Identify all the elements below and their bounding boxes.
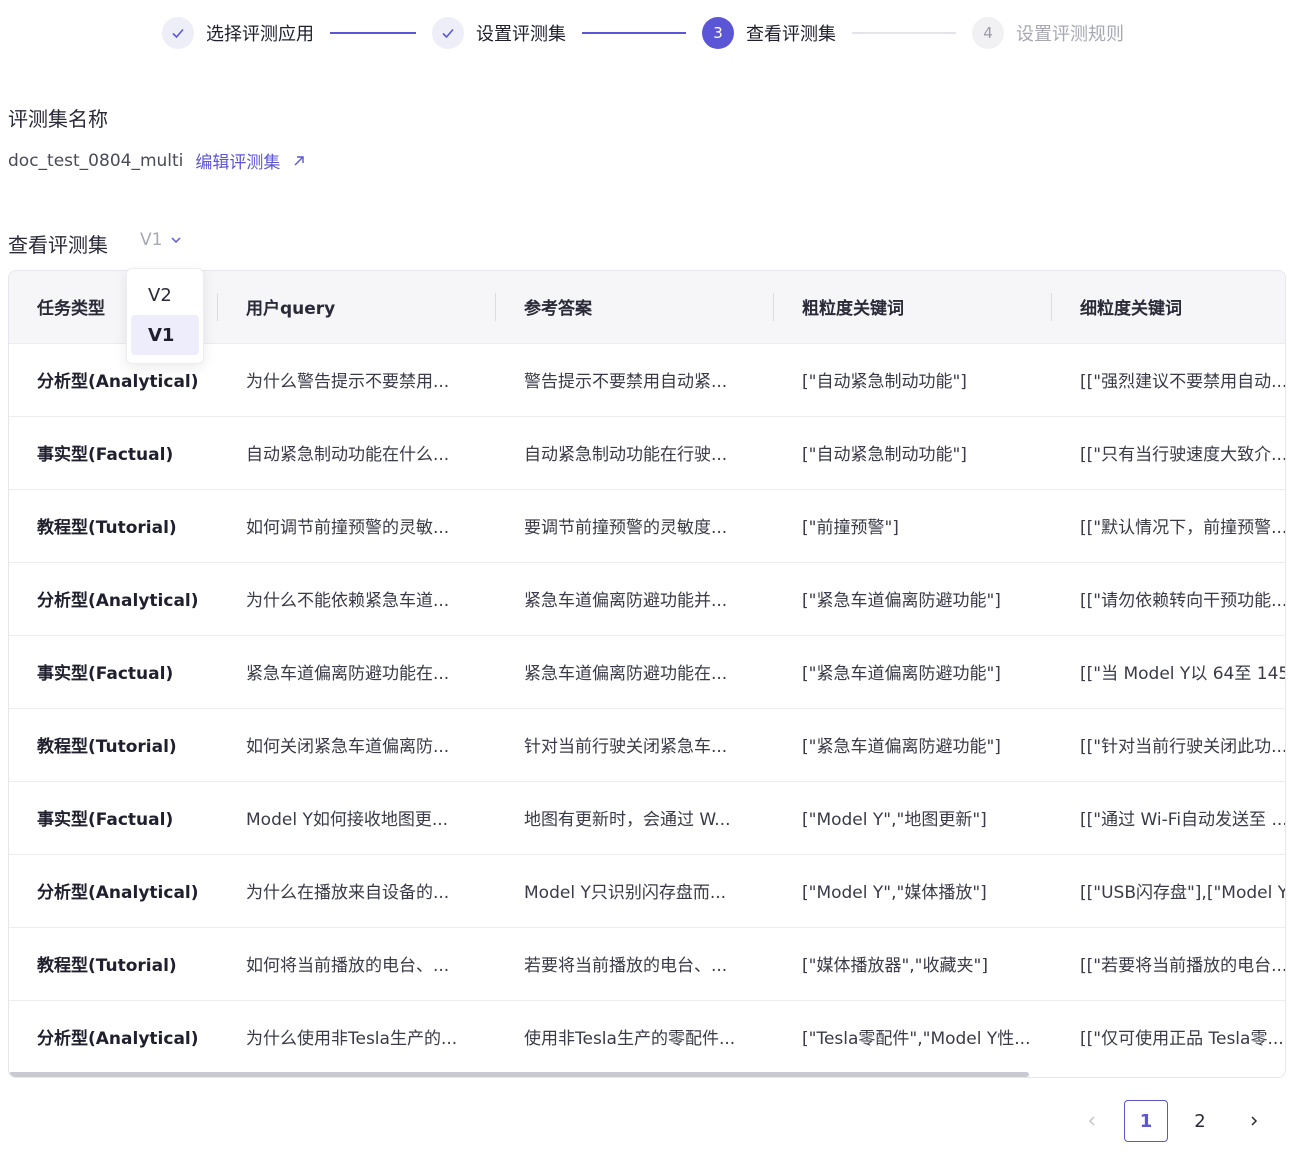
- answer-cell: 若要将当前播放的电台、...: [524, 956, 728, 976]
- task-type-cell: 事实型(Factual): [37, 445, 174, 465]
- task-type-cell: 教程型(Tutorial): [37, 737, 177, 757]
- check-icon: [432, 17, 464, 49]
- answer-cell: 警告提示不要禁用自动紧...: [524, 372, 728, 392]
- table-row: 分析型(Analytical) 为什么在播放来自设备的... Model Y只识别闪…: [9, 854, 1286, 927]
- column-header-answer: 参考答案: [496, 271, 774, 343]
- answer-cell: 紧急车道偏离防避功能并...: [524, 591, 728, 611]
- horizontal-scrollbar[interactable]: [9, 1072, 1029, 1077]
- step-select-app: 选择评测应用: [162, 17, 314, 49]
- column-header-query: 用户query: [218, 271, 496, 343]
- task-type-cell: 教程型(Tutorial): [37, 956, 177, 976]
- table-row: 事实型(Factual) 自动紧急制动功能在什么... 自动紧急制动功能在行驶...…: [9, 416, 1286, 489]
- table-row: 分析型(Analytical) 为什么使用非Tesla生产的... 使用非Tesla…: [9, 1000, 1285, 1073]
- check-icon: [162, 17, 194, 49]
- page-1-button[interactable]: 1: [1124, 1100, 1168, 1142]
- view-dataset-title: 查看评测集: [8, 233, 108, 257]
- query-cell: 为什么不能依赖紧急车道...: [246, 591, 450, 611]
- version-select-value: V1: [140, 230, 163, 250]
- query-cell: 自动紧急制动功能在什么...: [246, 445, 450, 465]
- edit-dataset-link[interactable]: 编辑评测集: [195, 148, 280, 173]
- step-number: 3: [702, 17, 734, 49]
- query-cell: 为什么在播放来自设备的...: [246, 883, 450, 903]
- dataset-table: 任务类型 用户query 参考答案 粗粒度关键词 细粒度关键词 分析型(Anal…: [8, 270, 1286, 1078]
- column-header-fine-keywords: 细粒度关键词: [1080, 299, 1182, 320]
- version-select[interactable]: V1: [140, 230, 182, 250]
- pagination: 1 2: [1060, 1100, 1276, 1142]
- task-type-cell: 分析型(Analytical): [37, 591, 199, 611]
- version-dropdown: V2 V1: [126, 268, 204, 364]
- table-row: 教程型(Tutorial) 如何关闭紧急车道偏离防... 针对当前行驶关闭紧急车..…: [9, 708, 1286, 781]
- coarse-keywords-cell: ["自动紧急制动功能"]: [802, 445, 967, 465]
- fine-keywords-cell: [["强烈建议不要禁用自动...: [1080, 372, 1286, 392]
- dataset-name-title: 评测集名称: [8, 107, 108, 131]
- answer-cell: 自动紧急制动功能在行驶...: [524, 445, 728, 465]
- step-set-dataset: 设置评测集: [432, 17, 566, 49]
- step-connector: [582, 32, 686, 34]
- fine-keywords-cell: [["只有当行驶速度大致介...: [1080, 445, 1286, 465]
- fine-keywords-cell: [["针对当前行驶关闭此功...: [1080, 737, 1286, 757]
- coarse-keywords-cell: ["Tesla零配件","Model Y性...: [802, 1029, 1031, 1050]
- table-row: 事实型(Factual) Model Y如何接收地图更... 地图有更新时，会通过 …: [9, 781, 1286, 854]
- step-label: 设置评测集: [476, 24, 566, 45]
- dataset-line: doc_test_0804_multi 编辑评测集: [8, 148, 306, 173]
- step-label: 选择评测应用: [206, 24, 314, 45]
- step-connector: [852, 32, 956, 34]
- page-2-button[interactable]: 2: [1178, 1100, 1222, 1142]
- coarse-keywords-cell: ["Model Y","地图更新"]: [802, 810, 987, 830]
- task-type-cell: 事实型(Factual): [37, 810, 174, 830]
- dataset-name: doc_test_0804_multi: [8, 150, 184, 171]
- prev-page-button[interactable]: [1070, 1100, 1114, 1142]
- answer-cell: 要调节前撞预警的灵敏度...: [524, 518, 728, 538]
- step-label: 查看评测集: [746, 24, 836, 45]
- coarse-keywords-cell: ["媒体播放器","收藏夹"]: [802, 956, 988, 976]
- query-cell: 如何调节前撞预警的灵敏...: [246, 518, 450, 538]
- fine-keywords-cell: [["USB闪存盘"],["Model Y: [1080, 883, 1286, 903]
- version-option-v2[interactable]: V2: [131, 275, 199, 315]
- coarse-keywords-cell: ["Model Y","媒体播放"]: [802, 883, 987, 903]
- answer-cell: 地图有更新时，会通过 W...: [524, 810, 731, 830]
- table-row: 事实型(Factual) 紧急车道偏离防避功能在... 紧急车道偏离防避功能在...…: [9, 635, 1286, 708]
- answer-cell: 使用非Tesla生产的零配件...: [524, 1029, 736, 1050]
- step-set-rules: 4 设置评测规则: [972, 17, 1124, 49]
- answer-cell: 针对当前行驶关闭紧急车...: [524, 737, 728, 757]
- answer-cell: 紧急车道偏离防避功能在...: [524, 664, 728, 684]
- fine-keywords-cell: [["请勿依赖转向干预功能...: [1080, 591, 1286, 611]
- step-view-dataset: 3 查看评测集: [702, 17, 836, 49]
- version-option-v1[interactable]: V1: [131, 315, 199, 355]
- fine-keywords-cell: [["仅可使用正品 Tesla零...: [1080, 1029, 1284, 1050]
- step-number: 4: [972, 17, 1004, 49]
- coarse-keywords-cell: ["自动紧急制动功能"]: [802, 372, 967, 392]
- external-link-icon[interactable]: [292, 154, 306, 168]
- task-type-cell: 分析型(Analytical): [37, 1029, 199, 1050]
- task-type-cell: 事实型(Factual): [37, 664, 174, 684]
- coarse-keywords-cell: ["紧急车道偏离防避功能"]: [802, 591, 1001, 611]
- table-row: 教程型(Tutorial) 如何调节前撞预警的灵敏... 要调节前撞预警的灵敏度..…: [9, 489, 1286, 562]
- step-indicator: 选择评测应用 设置评测集 3 查看评测集 4 设置评测规则: [162, 16, 1124, 50]
- query-cell: 为什么警告提示不要禁用...: [246, 372, 450, 392]
- task-type-cell: 教程型(Tutorial): [37, 518, 177, 538]
- chevron-left-icon: [1088, 1116, 1095, 1126]
- chevron-down-icon: [170, 234, 182, 246]
- task-type-cell: 分析型(Analytical): [37, 883, 199, 903]
- step-label: 设置评测规则: [1016, 24, 1124, 45]
- chevron-right-icon: [1251, 1116, 1258, 1126]
- fine-keywords-cell: [["默认情况下，前撞预警...: [1080, 518, 1286, 538]
- coarse-keywords-cell: ["前撞预警"]: [802, 518, 899, 538]
- column-header-coarse-keywords: 粗粒度关键词: [774, 271, 1052, 343]
- query-cell: 紧急车道偏离防避功能在...: [246, 664, 450, 684]
- query-cell: 如何将当前播放的电台、...: [246, 956, 450, 976]
- query-cell: 为什么使用非Tesla生产的...: [246, 1029, 458, 1050]
- fine-keywords-cell: [["若要将当前播放的电台...: [1080, 956, 1286, 976]
- table-row: 分析型(Analytical) 为什么不能依赖紧急车道... 紧急车道偏离防避功能并…: [9, 562, 1286, 635]
- answer-cell: Model Y只识别闪存盘而...: [524, 883, 727, 903]
- next-page-button[interactable]: [1232, 1100, 1276, 1142]
- query-cell: Model Y如何接收地图更...: [246, 810, 449, 830]
- fine-keywords-cell: [["当 Model Y以 64至 145: [1080, 664, 1286, 684]
- step-connector: [330, 32, 416, 34]
- table-row: 教程型(Tutorial) 如何将当前播放的电台、... 若要将当前播放的电台、..…: [9, 927, 1286, 1000]
- fine-keywords-cell: [["通过 Wi-Fi自动发送至 ...: [1080, 810, 1286, 830]
- query-cell: 如何关闭紧急车道偏离防...: [246, 737, 450, 757]
- coarse-keywords-cell: ["紧急车道偏离防避功能"]: [802, 737, 1001, 757]
- coarse-keywords-cell: ["紧急车道偏离防避功能"]: [802, 664, 1001, 684]
